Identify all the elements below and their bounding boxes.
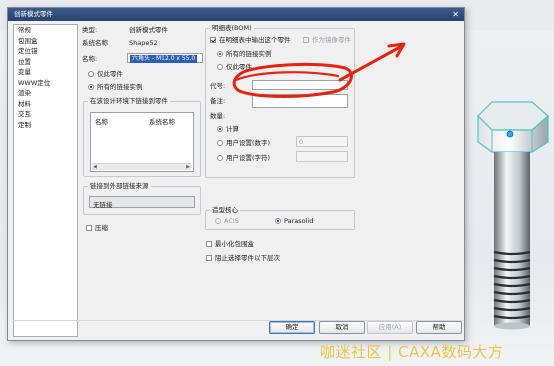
scroll-left-icon[interactable]: ◀ — [93, 165, 97, 170]
type-value: 创新模式零件 — [129, 26, 168, 34]
column-header-name[interactable]: 名称 — [95, 116, 108, 126]
dialog-title: 创新模式零件 — [14, 10, 53, 18]
nav-item-custom[interactable]: 定制 — [14, 120, 77, 131]
nav-item-position[interactable]: 位置 — [14, 57, 77, 68]
as-mirror-part-checkbox[interactable] — [303, 37, 309, 43]
property-category-list: 常规 包围盒 定位锚 位置 变量 WWW定位 渲染 材料 交互 定制 — [13, 24, 78, 337]
quantity-label: 数量: — [210, 112, 226, 120]
dialog-titlebar[interactable]: 创新模式零件 ✕ — [8, 8, 464, 21]
code-label: 代号: — [210, 82, 226, 90]
name-field[interactable]: 六角头 - M12.0 x 55.0 — [127, 53, 203, 63]
bolt-3d-model[interactable] — [470, 86, 554, 336]
nav-item-material[interactable]: 材料 — [14, 99, 77, 110]
compress-checkbox[interactable] — [86, 225, 92, 231]
bom-only-this-part-radio[interactable] — [217, 64, 223, 70]
scope-all-linked-instances[interactable]: 所有的链接实例 — [88, 83, 143, 91]
kernel-parasolid-radio[interactable] — [275, 218, 281, 224]
name-label: 名称: — [82, 55, 98, 63]
scope-only-this-part[interactable]: 仅此零件 — [88, 70, 123, 78]
name-field-value: 六角头 - M12.0 x 55.0 — [130, 55, 198, 63]
show-in-bom-option[interactable]: 在明细表中输出这个零件 — [210, 36, 291, 44]
modeling-kernel-title: 造型核心 — [210, 206, 240, 215]
minimize-bbox-option[interactable]: 最小化包围盒 — [206, 240, 254, 248]
quantity-user-string-radio[interactable] — [217, 155, 223, 161]
horizontal-scrollbar[interactable]: ◀ ▶ — [92, 163, 191, 170]
kernel-acis-radio[interactable] — [215, 218, 221, 224]
linked-parts-title: 在该设计环境下链接到零件 — [88, 97, 170, 106]
quantity-string-field[interactable] — [296, 151, 348, 162]
ok-button[interactable]: 确定 — [269, 321, 315, 334]
link-source-group: 链接到外部链接来源 无链接 — [83, 182, 201, 215]
bom-only-this-part[interactable]: 仅此零件 — [217, 63, 252, 71]
link-source-title: 链接到外部链接来源 — [88, 182, 151, 191]
type-label: 类型: — [82, 26, 98, 34]
quantity-calc-option[interactable]: 计算 — [217, 125, 239, 133]
code-field[interactable] — [252, 80, 348, 90]
bom-title: 明细表(BOM) — [210, 24, 254, 33]
nav-item-interaction[interactable]: 交互 — [14, 109, 77, 120]
system-name-value: Shape52 — [129, 39, 158, 47]
compress-option[interactable]: 压缩 — [86, 224, 108, 232]
nav-item-variables[interactable]: 变量 — [14, 67, 77, 78]
minimize-bbox-checkbox[interactable] — [206, 241, 212, 247]
column-header-system-name[interactable]: 系统名称 — [149, 116, 175, 126]
quantity-calc-radio[interactable] — [217, 126, 223, 132]
help-button[interactable]: 帮助 — [416, 321, 462, 334]
cancel-button[interactable]: 取消 — [319, 321, 365, 334]
kernel-parasolid-option[interactable]: Parasolid — [275, 217, 313, 225]
as-mirror-part-option[interactable]: 作为镜像零件 — [303, 36, 351, 44]
system-name-label: 系统名称 — [82, 39, 108, 47]
quantity-user-string-option[interactable]: 用户设置(字符) — [217, 154, 270, 162]
bom-all-linked-radio[interactable] — [217, 51, 223, 57]
quantity-user-number-radio[interactable] — [217, 140, 223, 146]
quantity-number-value: 0 — [299, 138, 304, 146]
scroll-right-icon[interactable]: ▶ — [186, 165, 190, 170]
show-in-bom-checkbox[interactable] — [210, 37, 216, 43]
apply-button[interactable]: 应用(A) — [367, 321, 413, 334]
note-field[interactable] — [252, 94, 348, 108]
all-linked-instances-radio[interactable] — [88, 84, 94, 90]
nav-item-www-location[interactable]: WWW定位 — [14, 78, 77, 89]
link-source-value: 无链接 — [93, 201, 113, 209]
nav-item-render[interactable]: 渲染 — [14, 88, 77, 99]
nav-item-anchor[interactable]: 定位锚 — [14, 46, 77, 57]
link-source-field: 无链接 — [89, 196, 195, 209]
block-selection-option[interactable]: 阻止选择零件以下层次 — [206, 254, 280, 262]
block-selection-checkbox[interactable] — [206, 255, 212, 261]
only-this-part-radio[interactable] — [88, 71, 94, 77]
bom-all-linked-instances[interactable]: 所有的链接实例 — [217, 50, 272, 58]
nav-item-bounding-box[interactable]: 包围盒 — [14, 36, 77, 47]
quantity-user-number-option[interactable]: 用户设置(数字) — [217, 139, 270, 147]
close-icon[interactable]: ✕ — [452, 8, 459, 21]
linked-parts-group: 在该设计环境下链接到零件 名称 系统名称 ◀ ▶ — [83, 97, 201, 177]
nav-item-general[interactable]: 常规 — [14, 25, 77, 36]
watermark-text: 咖迷社区 | CAXA数码大方 — [320, 343, 504, 361]
quantity-number-field[interactable]: 0 — [296, 136, 348, 147]
linked-parts-table[interactable]: 名称 系统名称 ◀ ▶ — [90, 112, 194, 172]
kernel-acis-option[interactable]: ACIS — [215, 217, 239, 225]
part-properties-dialog: 创新模式零件 ✕ 常规 包围盒 定位锚 位置 变量 WWW定位 渲染 材料 交互… — [7, 7, 465, 341]
note-label: 备注: — [210, 97, 226, 105]
